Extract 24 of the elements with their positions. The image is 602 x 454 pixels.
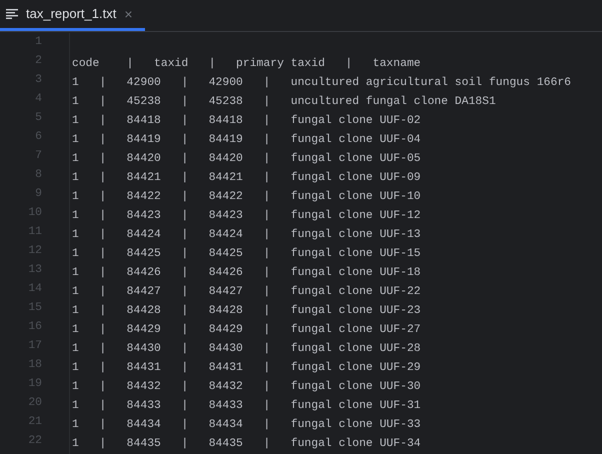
code-line: 1 | 84421 | 84421 | fungal clone UUF-09 [72, 172, 421, 184]
code-line: 1 | 42900 | 42900 | uncultured agricultural soil fungus 166r6 [72, 77, 571, 89]
code-line: 1 | 84431 | 84431 | fungal clone UUF-29 [72, 362, 421, 374]
code-line: 1 | 84422 | 84422 | fungal clone UUF-10 [72, 191, 421, 203]
file-tab[interactable]: tax_report_1.txt × [0, 0, 145, 31]
tab-title: tax_report_1.txt [26, 5, 116, 24]
code-line: 1 | 84427 | 84427 | fungal clone UUF-22 [72, 286, 421, 298]
code-line: 1 | 84419 | 84419 | fungal clone UUF-04 [72, 134, 421, 146]
code-line: 1 | 84425 | 84425 | fungal clone UUF-15 [72, 248, 421, 260]
code-line: 1 | 84430 | 84430 | fungal clone UUF-28 [72, 343, 421, 355]
code-line: 1 | 84434 | 84434 | fungal clone UUF-33 [72, 419, 421, 431]
code-line: 1 | 45238 | 45238 | uncultured fungal clone DA18S1 [72, 96, 496, 108]
code-line: 1 | 84432 | 84432 | fungal clone UUF-30 [72, 381, 421, 393]
code-line: 1 | 84418 | 84418 | fungal clone UUF-02 [72, 115, 421, 127]
code-line: 1 | 84429 | 84429 | fungal clone UUF-27 [72, 324, 421, 336]
code-line: 1 | 84433 | 84433 | fungal clone UUF-31 [72, 400, 421, 412]
code-line: 1 | 84426 | 84426 | fungal clone UUF-18 [72, 267, 421, 279]
text-file-icon [6, 9, 18, 19]
code-line: 1 | 84420 | 84420 | fungal clone UUF-05 [72, 153, 421, 165]
code-line: code | taxid | primary taxid | taxname [72, 58, 421, 70]
code-line: 1 | 84424 | 84424 | fungal clone UUF-13 [72, 229, 421, 241]
code-line: 1 | 84435 | 84435 | fungal clone UUF-34 [72, 438, 421, 450]
code-line: 1 | 84423 | 84423 | fungal clone UUF-12 [72, 210, 421, 222]
code-line: 1 | 84428 | 84428 | fungal clone UUF-23 [72, 305, 421, 317]
